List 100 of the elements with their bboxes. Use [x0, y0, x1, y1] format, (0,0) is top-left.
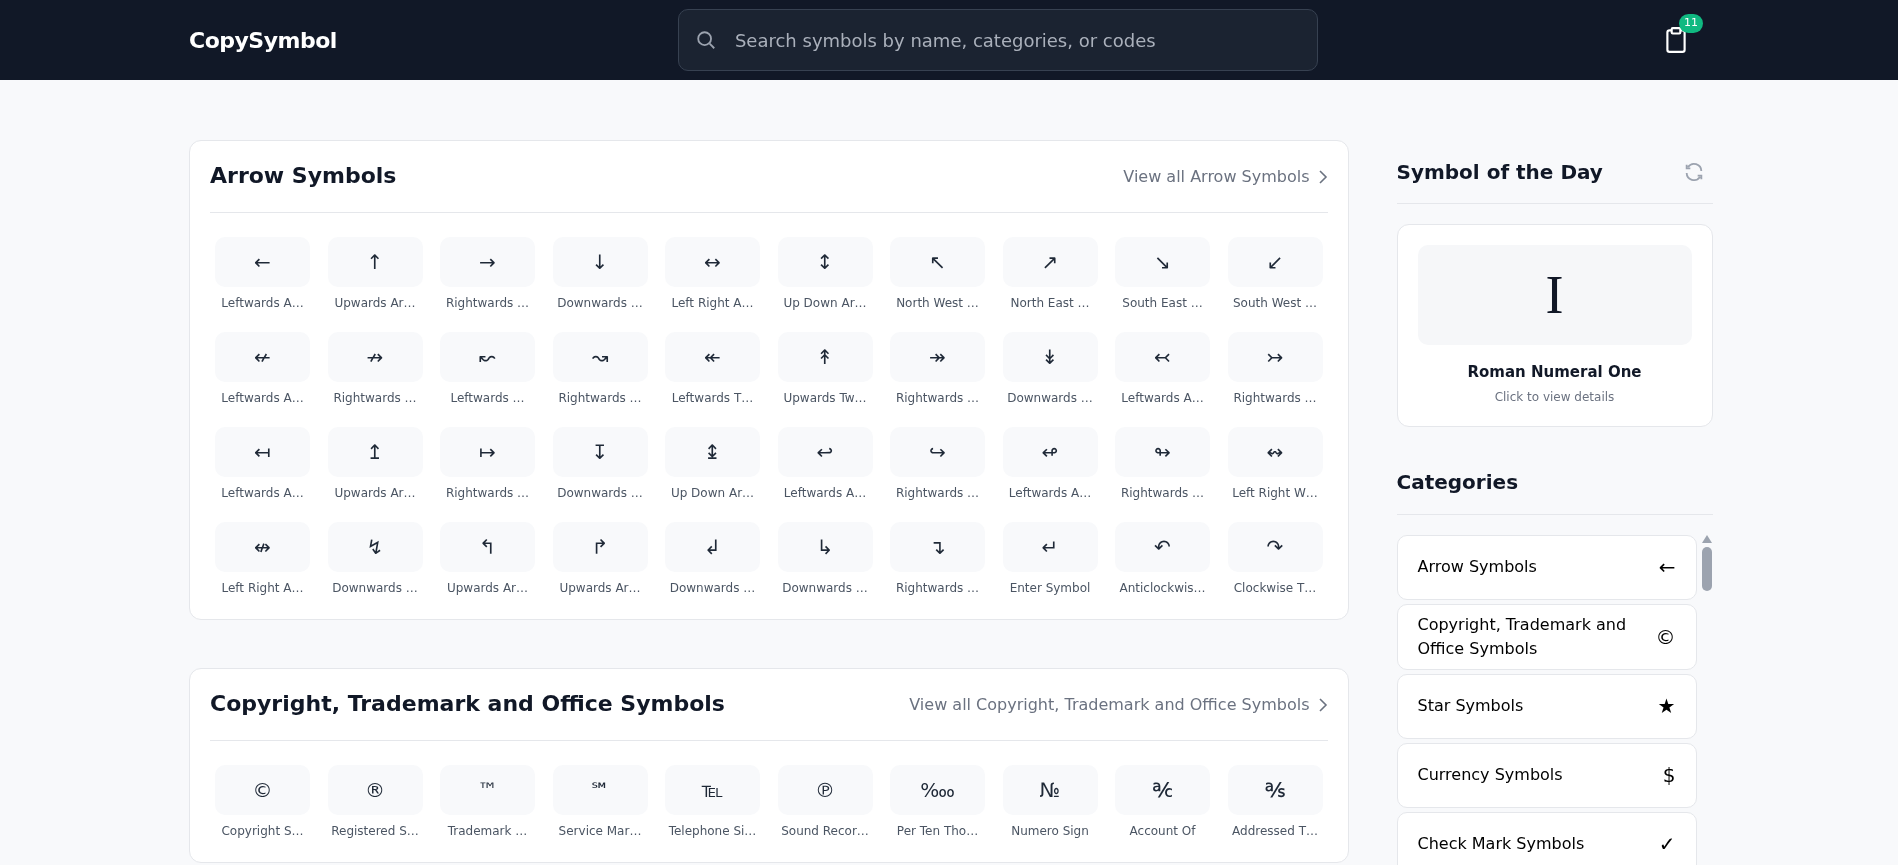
symbol-tile[interactable]: ↲ — [665, 522, 760, 572]
symbol-tile[interactable]: № — [1002, 765, 1098, 815]
symbol-label: Registered S… — [331, 823, 419, 840]
symbol-tile[interactable]: ↰ — [440, 522, 535, 572]
symbol-label: Leftwards A… — [221, 390, 304, 407]
symbol-tile[interactable]: ↮ — [215, 522, 310, 572]
search-input[interactable]: Search symbols by name, categories, or codes — [732, 25, 1301, 55]
symbol-tile[interactable]: ↩ — [777, 427, 873, 477]
symbol-tile[interactable]: ↚ — [215, 332, 310, 382]
symbol-tile[interactable]: ® — [327, 765, 423, 815]
symbol-tile[interactable]: ℠ — [552, 765, 648, 815]
scroll-up-icon[interactable] — [1701, 534, 1712, 543]
symbol-label: Downwards … — [669, 580, 756, 597]
symbol-tile[interactable]: ↵ — [1002, 522, 1098, 572]
symbol-label: Up Down Ar… — [783, 295, 867, 312]
symbol-tile[interactable]: ‱ — [890, 765, 985, 815]
symbol-tile[interactable]: ℀ — [1115, 765, 1210, 815]
clipboard-icon — [1663, 26, 1689, 54]
symbol-tile[interactable]: ↬ — [1115, 427, 1210, 477]
category-item[interactable]: Arrow Symbols ← — [1396, 534, 1697, 600]
symbol-tile[interactable]: ↶ — [1115, 522, 1210, 572]
symbol-tile[interactable]: ↔ — [665, 237, 760, 287]
symbol-tile[interactable]: ↥ — [327, 427, 423, 477]
symbol-tile[interactable]: ↘ — [1115, 237, 1210, 287]
symbol-tile[interactable]: ↖ — [890, 237, 985, 287]
symbol-tile[interactable]: ℁ — [1227, 765, 1323, 815]
symbol-tile[interactable]: ↱ — [552, 522, 648, 572]
symbol-tile[interactable]: ↙ — [1227, 237, 1323, 287]
symbol-label: Upwards Ar… — [334, 485, 416, 502]
sidebar-heading: Categories — [1396, 470, 1519, 494]
symbol-tile[interactable]: ↳ — [777, 522, 873, 572]
view-all-link[interactable]: View all Arrow Symbols — [1123, 164, 1328, 189]
symbol-label: Leftwards T… — [671, 390, 754, 407]
symbol-tile[interactable]: ↑ — [327, 237, 423, 287]
symbol-label: Rightwards … — [445, 485, 530, 502]
symbol-tile[interactable]: ↕ — [777, 237, 873, 287]
symbol-label: Rightwards … — [895, 485, 980, 502]
symbol-of-day-card[interactable]: I Roman Numeral One Click to view details — [1396, 224, 1713, 427]
symbol-label: Clockwise T… — [1233, 580, 1317, 597]
symbol-label: Rightwards … — [445, 295, 530, 312]
search-field[interactable]: Search symbols by name, categories, or codes — [677, 9, 1318, 71]
category-label: Copyright, Trademark and Office Symbols — [1417, 613, 1628, 660]
symbol-tile[interactable]: © — [215, 765, 310, 815]
symbol-tile[interactable]: ↣ — [1227, 332, 1323, 382]
category-item[interactable]: Star Symbols ★ — [1396, 673, 1697, 739]
symbol-tile[interactable]: ℗ — [777, 765, 873, 815]
symbol-tile[interactable]: ↓ — [552, 237, 648, 287]
symbol-label: Upwards Tw… — [783, 390, 867, 407]
symbol-tile[interactable]: ↯ — [327, 522, 423, 572]
scrollbar-thumb[interactable] — [1701, 546, 1712, 591]
symbol-tile[interactable]: ↭ — [1227, 427, 1323, 477]
symbol-tile[interactable]: ← — [215, 237, 310, 287]
symbol-tile[interactable]: → — [440, 237, 535, 287]
symbol-label: Upwards Ar… — [334, 295, 416, 312]
symbol-name: Roman Numeral One — [1466, 362, 1643, 383]
symbol-label: Rightwards … — [558, 390, 642, 407]
symbol-label: Leftwards A… — [221, 485, 304, 502]
search-icon — [694, 29, 717, 51]
symbol-tile[interactable]: ℡ — [665, 765, 760, 815]
section-heading: Arrow Symbols — [210, 163, 397, 190]
symbol-tile[interactable]: ↤ — [215, 427, 310, 477]
symbol-tile[interactable]: ↠ — [890, 332, 985, 382]
symbol-label: Upwards Ar… — [446, 580, 529, 597]
chevron-right-icon — [1317, 697, 1328, 712]
category-symbol: $ — [1662, 762, 1676, 789]
symbol-label: Rightwards … — [333, 390, 417, 407]
symbol-tile[interactable]: ↝ — [552, 332, 648, 382]
symbol-tile[interactable]: ↢ — [1115, 332, 1210, 382]
symbol-tile[interactable]: ↧ — [552, 427, 648, 477]
symbol-label: Downwards … — [557, 295, 643, 312]
symbol-tile[interactable]: ↡ — [1002, 332, 1098, 382]
symbol-label: Leftwards A… — [783, 485, 867, 502]
symbol-tile[interactable]: ↗ — [1002, 237, 1098, 287]
symbol-tile[interactable]: ↫ — [1002, 427, 1098, 477]
category-item[interactable]: Check Mark Symbols ✓ — [1396, 811, 1697, 865]
category-label: Star Symbols — [1417, 695, 1524, 717]
symbol-tile[interactable]: ↜ — [440, 332, 535, 382]
symbol-tile[interactable]: ↪ — [890, 427, 985, 477]
category-item[interactable]: Copyright, Trademark and Office Symbols © — [1396, 603, 1697, 670]
symbol-label: Rightwards … — [1233, 390, 1317, 407]
category-label: Arrow Symbols — [1417, 556, 1537, 578]
symbol-tile[interactable]: ↨ — [665, 427, 760, 477]
category-symbol: ← — [1658, 554, 1676, 581]
category-item[interactable]: Currency Symbols $ — [1396, 742, 1697, 808]
site-logo[interactable]: CopySymbol — [189, 23, 337, 57]
featured-symbol: I — [1417, 245, 1692, 345]
symbol-tile[interactable]: ↟ — [777, 332, 873, 382]
section-heading: Copyright, Trademark and Office Symbols — [210, 691, 725, 718]
symbol-label: South West … — [1233, 295, 1317, 312]
symbol-tile[interactable]: ™ — [440, 765, 535, 815]
symbol-tile[interactable]: ↷ — [1227, 522, 1323, 572]
symbol-label: Numero Sign — [1011, 823, 1089, 840]
symbol-label: Left Right A… — [221, 580, 304, 597]
sidebar-heading: Symbol of the Day — [1396, 159, 1603, 184]
symbol-tile[interactable]: ↞ — [665, 332, 760, 382]
symbol-tile[interactable]: ↴ — [890, 522, 985, 572]
clipboard-count-badge: 11 — [1679, 14, 1703, 33]
symbol-tile[interactable]: ↛ — [327, 332, 423, 382]
view-all-link[interactable]: View all Copyright, Trademark and Office Symbols — [909, 692, 1328, 717]
symbol-tile[interactable]: ↦ — [440, 427, 535, 477]
